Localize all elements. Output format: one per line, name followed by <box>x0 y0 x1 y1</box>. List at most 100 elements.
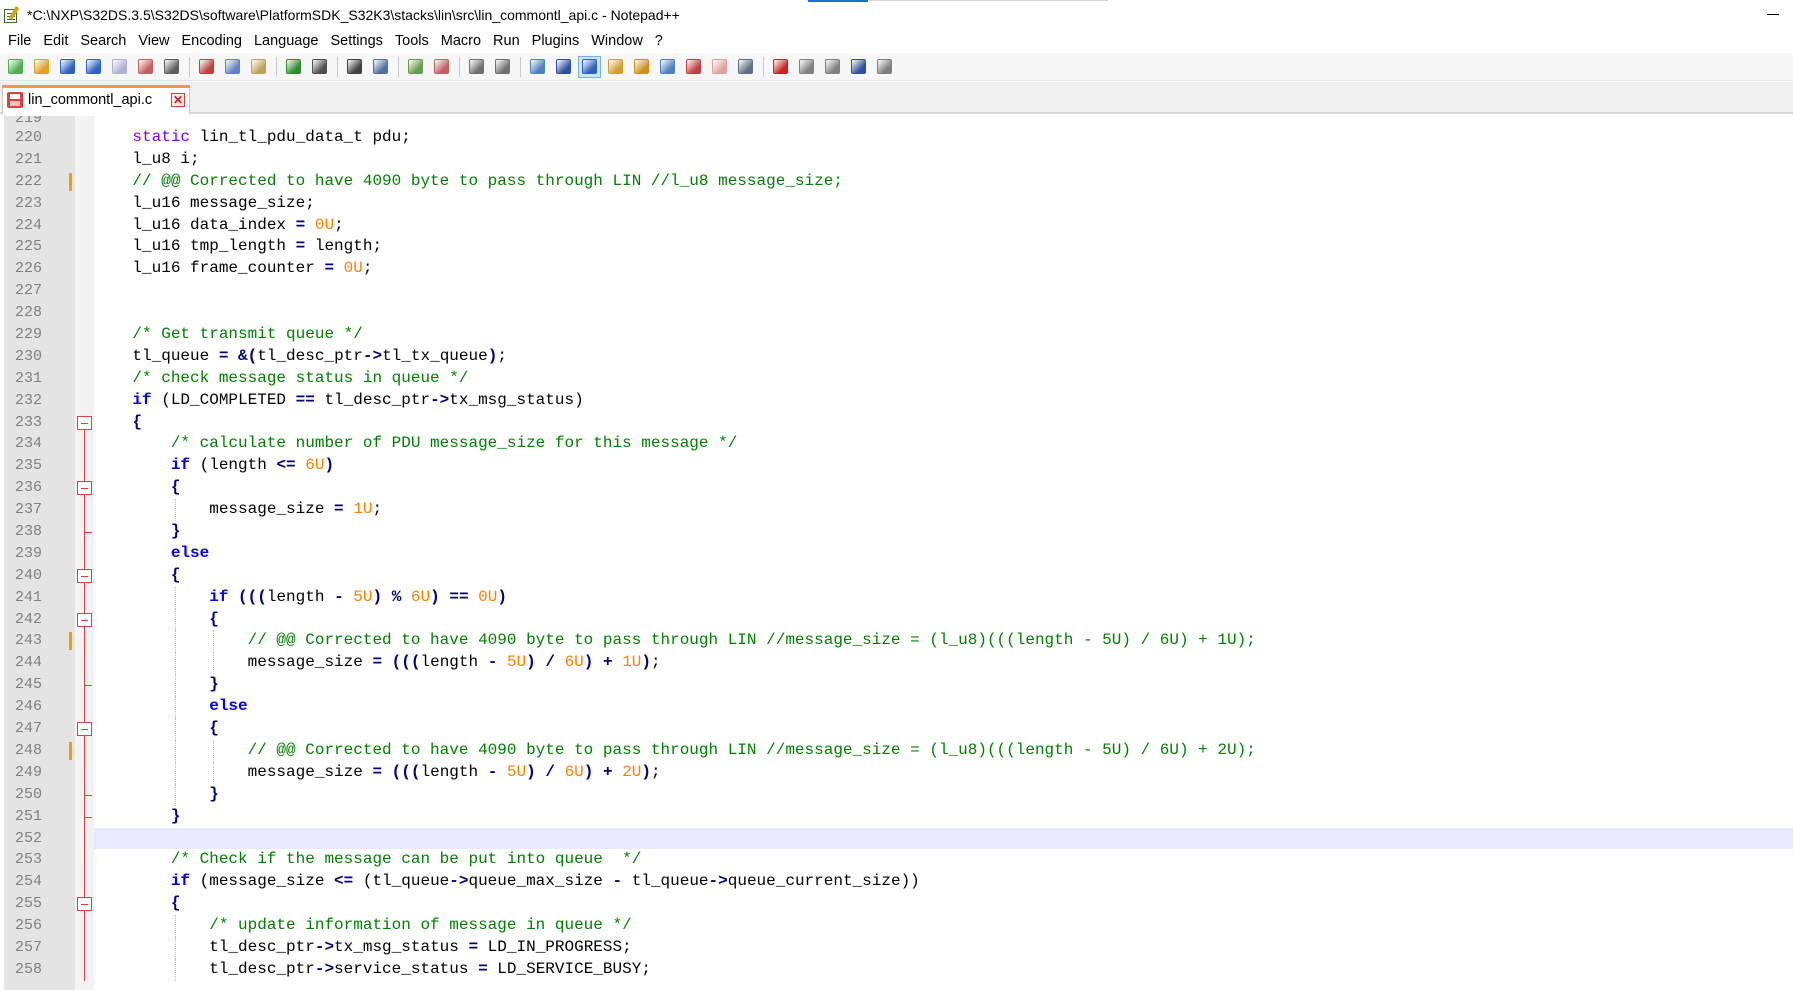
code-line[interactable]: 250 } <box>0 783 1793 806</box>
code-line[interactable]: 224 l_u16 data_index = 0U; <box>0 215 1793 237</box>
save-all-button[interactable] <box>82 56 105 78</box>
code-text: if (length <= 6U) <box>94 455 334 477</box>
record-macro-button[interactable] <box>769 56 792 78</box>
code-line[interactable]: 239 else <box>0 542 1793 565</box>
code-line[interactable]: 220 static lin_tl_pdu_data_t pdu; <box>0 127 1793 149</box>
zoom-in-button[interactable] <box>404 56 427 78</box>
code-line[interactable]: 231 /* check message status in queue */ <box>0 368 1793 390</box>
code-line[interactable]: 246 else <box>0 696 1793 719</box>
code-line[interactable]: 222 // @@ Corrected to have 4090 byte to… <box>0 171 1793 193</box>
menu-language[interactable]: Language <box>248 30 325 52</box>
code-line[interactable]: 228 <box>0 302 1793 324</box>
user-language-button[interactable] <box>604 56 627 78</box>
document-list-button[interactable] <box>656 56 679 78</box>
code-line[interactable]: 256 /* update information of message in … <box>0 915 1793 937</box>
open-file-button[interactable] <box>30 56 53 78</box>
code-line[interactable]: 242 { <box>0 608 1793 631</box>
code-line[interactable]: 232 if (LD_COMPLETED == tl_desc_ptr->tx_… <box>0 390 1793 412</box>
new-file-button[interactable] <box>4 56 27 78</box>
token: - <box>612 872 623 891</box>
code-line[interactable]: 255 { <box>0 893 1793 916</box>
token: 1U <box>353 500 373 519</box>
code-line[interactable]: 244 message_size = (((length - 5U) / 6U)… <box>0 652 1793 675</box>
menu-edit[interactable]: Edit <box>37 30 74 52</box>
monitoring-button[interactable] <box>734 56 757 78</box>
paste-button[interactable] <box>247 56 270 78</box>
playback-macro-button[interactable] <box>821 56 844 78</box>
minimize-icon[interactable] <box>1753 0 1793 30</box>
indent-guide-button[interactable] <box>578 55 601 78</box>
fold-toggle-icon[interactable] <box>77 897 92 912</box>
menu-plugins[interactable]: Plugins <box>526 30 586 52</box>
code-line[interactable]: 241 if (((length - 5U) % 6U) == 0U) <box>0 586 1793 609</box>
code-line[interactable]: 226 l_u16 frame_counter = 0U; <box>0 258 1793 280</box>
code-line[interactable]: 229 /* Get transmit queue */ <box>0 324 1793 346</box>
doc-map-button[interactable] <box>630 56 653 78</box>
code-line[interactable]: 247 { <box>0 718 1793 740</box>
sync-vertical-button[interactable] <box>465 56 488 78</box>
code-line[interactable]: 230 tl_queue = &(tl_desc_ptr->tl_tx_queu… <box>0 346 1793 368</box>
code-line[interactable]: 237 message_size = 1U; <box>0 499 1793 522</box>
code-line[interactable]: 219 <box>0 116 1793 127</box>
run-macro-multiple-button[interactable] <box>847 56 870 78</box>
fold-toggle-icon[interactable] <box>77 568 92 583</box>
token: tx_msg_status <box>334 937 469 956</box>
code-line[interactable]: 225 l_u16 tmp_length = length; <box>0 236 1793 258</box>
menu-view[interactable]: View <box>132 30 175 52</box>
code-line[interactable]: 238 } <box>0 521 1793 543</box>
fold-toggle-icon[interactable] <box>77 415 92 430</box>
menu-tools[interactable]: Tools <box>389 30 435 52</box>
code-line[interactable]: 234 /* calculate number of PDU message_s… <box>0 433 1793 456</box>
menu-encoding[interactable]: Encoding <box>176 30 248 52</box>
folder-workspace-button[interactable] <box>708 56 731 78</box>
sync-horizontal-button[interactable] <box>491 56 514 78</box>
code-line[interactable]: 233 { <box>0 412 1793 434</box>
tab-lin-commontl-api[interactable]: lin_commontl_api.c ✕ <box>2 85 190 114</box>
code-line[interactable]: 243 // @@ Corrected to have 4090 byte to… <box>0 630 1793 653</box>
code-line[interactable]: 252 <box>0 827 1793 850</box>
code-line[interactable]: 240 { <box>0 564 1793 587</box>
fold-toggle-icon[interactable] <box>77 612 92 627</box>
code-line[interactable]: 221 l_u8 i; <box>0 149 1793 171</box>
find-button[interactable] <box>343 56 366 78</box>
zoom-out-button[interactable] <box>430 56 453 78</box>
menu-settings[interactable]: Settings <box>324 30 388 52</box>
copy-button[interactable] <box>221 56 244 78</box>
menu-run[interactable]: Run <box>487 30 526 52</box>
code-line[interactable]: 251 } <box>0 805 1793 828</box>
code-line[interactable]: 245 } <box>0 674 1793 697</box>
code-line[interactable]: 223 l_u16 message_size; <box>0 193 1793 215</box>
save-macro-button[interactable] <box>873 56 896 78</box>
save-button[interactable] <box>56 56 79 78</box>
code-editor[interactable]: 219 220 static lin_tl_pdu_data_t pdu; 221 … <box>0 116 1793 990</box>
show-all-characters-button[interactable] <box>552 56 575 78</box>
fold-toggle-icon[interactable] <box>77 481 92 496</box>
fold-toggle-icon[interactable] <box>77 722 92 737</box>
stop-recording-button[interactable] <box>795 56 818 78</box>
redo-button[interactable] <box>308 56 331 78</box>
undo-button[interactable] <box>282 56 305 78</box>
close-button[interactable] <box>108 56 131 78</box>
code-line[interactable]: 248 // @@ Corrected to have 4090 byte to… <box>0 739 1793 762</box>
menu-file[interactable]: File <box>0 30 37 52</box>
menu-window[interactable]: Window <box>585 30 649 52</box>
menu-macro[interactable]: Macro <box>435 30 487 52</box>
code-line[interactable]: 257 tl_desc_ptr->tx_msg_status = LD_IN_P… <box>0 936 1793 959</box>
close-all-button[interactable] <box>134 56 157 78</box>
function-list-button[interactable] <box>682 56 705 78</box>
code-line[interactable]: 235 if (length <= 6U) <box>0 455 1793 478</box>
code-line[interactable]: 227 <box>0 280 1793 302</box>
close-tab-button[interactable]: ✕ <box>171 93 185 107</box>
code-line[interactable]: 258 tl_desc_ptr->service_status = LD_SER… <box>0 958 1793 981</box>
code-line[interactable]: 249 message_size = (((length - 5U) / 6U)… <box>0 761 1793 784</box>
print-button[interactable] <box>160 56 183 78</box>
replace-button[interactable] <box>369 56 392 78</box>
word-wrap-button[interactable] <box>526 56 549 78</box>
cut-button[interactable] <box>195 56 218 78</box>
token: == <box>295 390 315 409</box>
code-line[interactable]: 253 /* Check if the message can be put i… <box>0 849 1793 872</box>
code-line[interactable]: 254 if (message_size <= (tl_queue->queue… <box>0 871 1793 894</box>
menu-search[interactable]: Search <box>74 30 132 52</box>
code-line[interactable]: 236 { <box>0 477 1793 500</box>
menu-help[interactable]: ? <box>649 30 669 52</box>
